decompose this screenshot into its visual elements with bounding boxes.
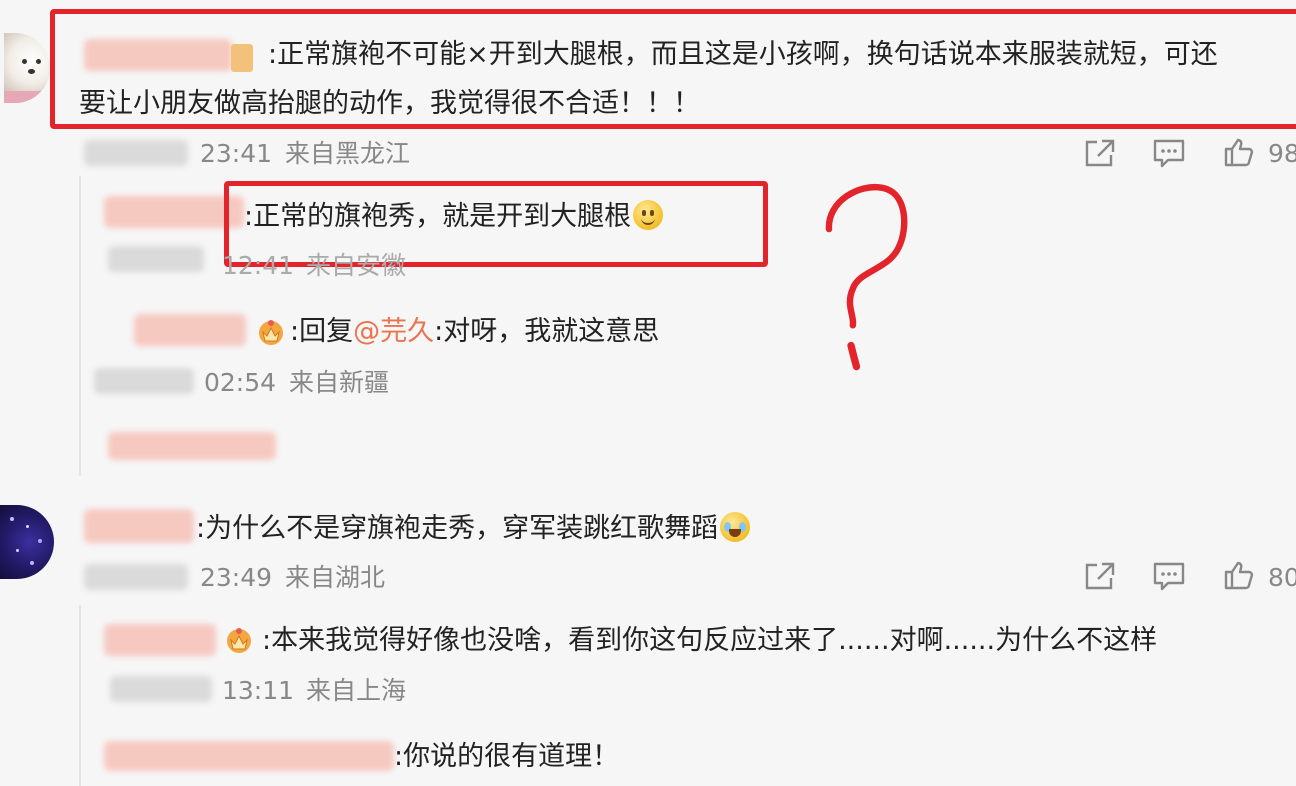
username-redacted[interactable] <box>104 196 244 228</box>
date-redacted <box>110 676 212 702</box>
comment-text: :为什么不是穿旗袍走秀，穿军装跳红歌舞蹈 <box>196 512 751 546</box>
reply-text: :回复@芫久:对呀，我就这意思 <box>290 315 659 349</box>
question-mark-annotation <box>825 183 908 371</box>
thread-divider <box>79 605 81 786</box>
reply-location: 来自上海 <box>306 676 407 705</box>
comment-time: 23:41 <box>200 139 273 168</box>
reply-body: :对呀，我就这意思 <box>434 316 660 347</box>
mention-link[interactable]: @芫久 <box>353 316 434 347</box>
date-redacted <box>84 140 188 166</box>
thread-divider <box>79 176 81 476</box>
highlight-box <box>50 9 1296 129</box>
username-redacted[interactable] <box>104 624 216 656</box>
reply-location: 来自安徽 <box>306 251 407 280</box>
comment-location: 来自湖北 <box>285 563 386 592</box>
username-redacted[interactable] <box>84 509 194 543</box>
avatar[interactable] <box>0 505 54 579</box>
date-redacted <box>84 564 188 590</box>
share-icon[interactable] <box>1083 560 1117 592</box>
like-icon[interactable] <box>1222 559 1256 591</box>
avatar[interactable] <box>4 33 50 103</box>
comment-location: 来自黑龙江 <box>285 139 411 168</box>
more-replies-redacted[interactable] <box>108 432 276 460</box>
crown-badge-icon <box>224 625 254 655</box>
reply-text: :本来我觉得好像也没啥，看到你这句反应过来了......对啊......为什么不… <box>262 625 1158 656</box>
comment-body: :为什么不是穿旗袍走秀，穿军装跳红歌舞蹈 <box>196 513 719 544</box>
like-count: 80 <box>1268 563 1296 592</box>
reply-location: 来自新疆 <box>289 368 390 397</box>
laugh-cry-emoji-icon <box>720 512 751 542</box>
username-redacted[interactable] <box>134 314 246 346</box>
like-count: 98 <box>1268 139 1296 168</box>
reply-time: 12:41 <box>222 251 295 280</box>
reply-prefix: :回复 <box>290 316 354 347</box>
comment-icon[interactable] <box>1152 560 1186 592</box>
date-redacted <box>108 246 204 272</box>
username-redacted[interactable] <box>104 741 394 771</box>
reply-text: :你说的很有道理！ <box>394 741 620 772</box>
reply-time: 13:11 <box>222 676 295 705</box>
like-icon[interactable] <box>1222 136 1256 168</box>
crown-badge-icon <box>256 317 286 347</box>
comment-time: 23:49 <box>200 563 273 592</box>
date-redacted <box>94 368 194 394</box>
share-icon[interactable] <box>1083 137 1117 169</box>
reply-time: 02:54 <box>204 368 277 397</box>
comment-icon[interactable] <box>1152 137 1186 169</box>
